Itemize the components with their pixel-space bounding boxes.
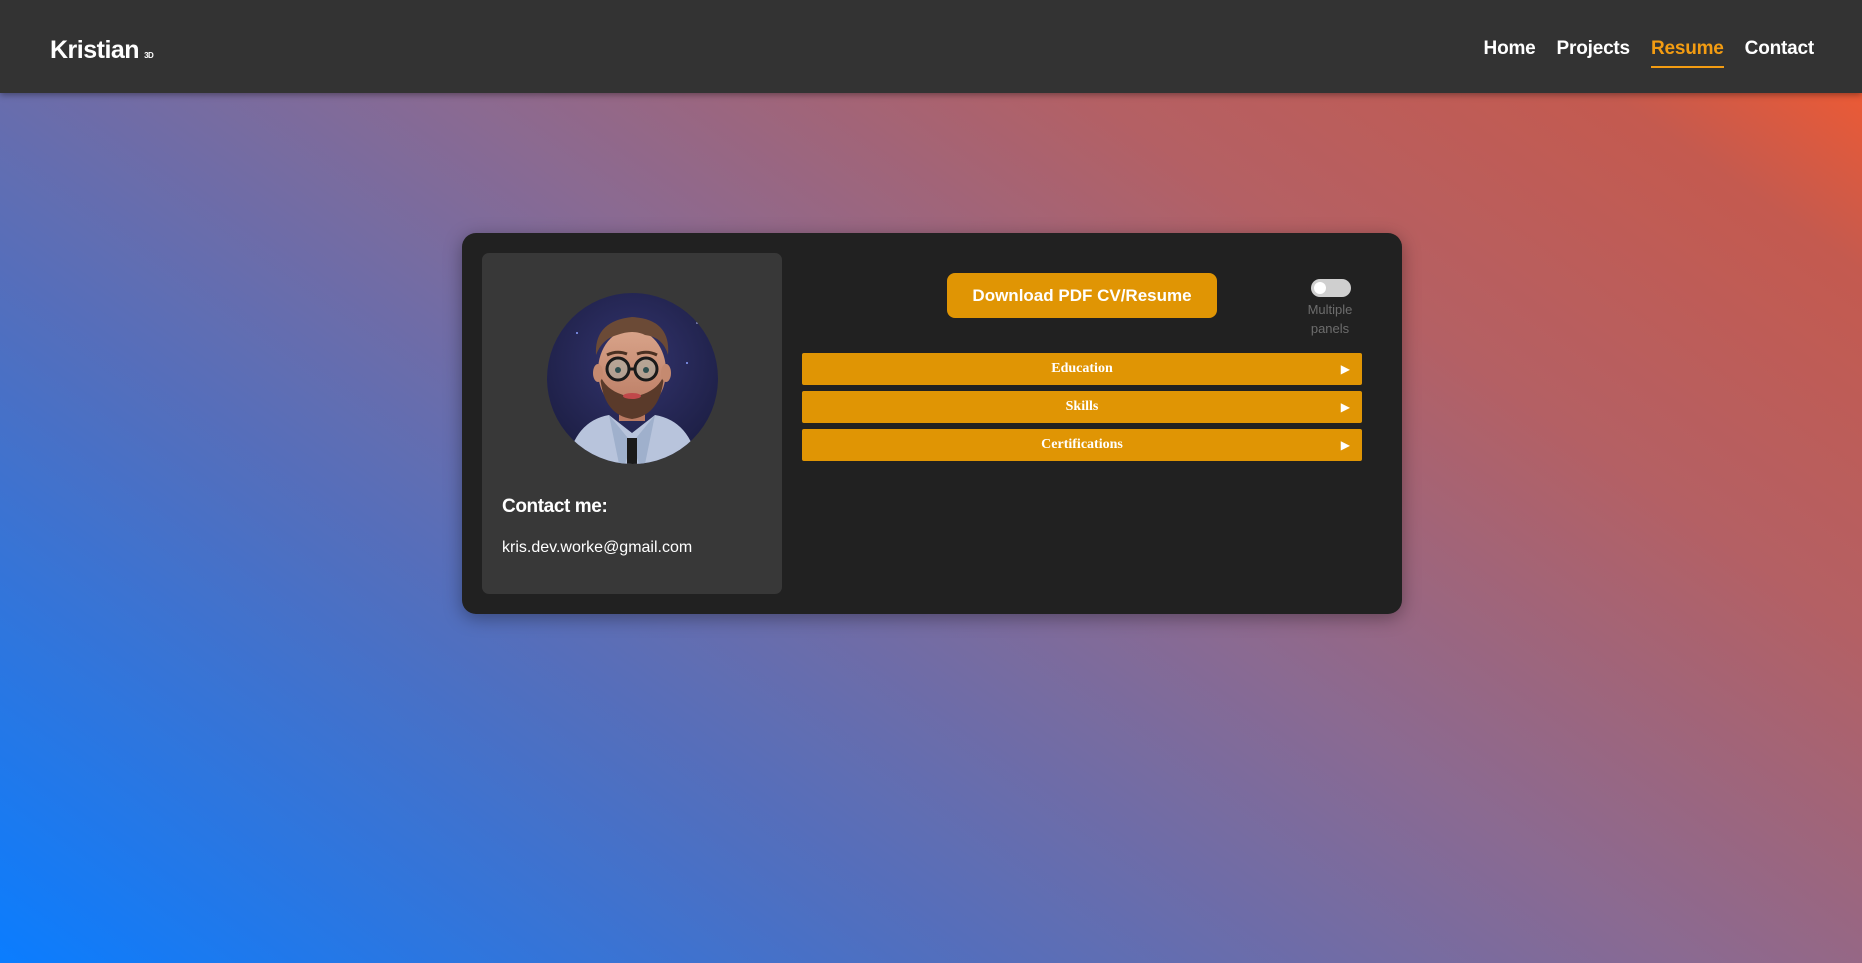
brand-logo[interactable]: Kristian 3D	[50, 36, 154, 65]
expand-arrow-icon: ▶	[1340, 400, 1350, 414]
panel-label: Education	[1051, 361, 1113, 376]
brand-name: Kristian	[50, 36, 140, 64]
accordion-panel-certifications[interactable]: Certifications ▶	[802, 429, 1362, 461]
contact-title: Contact me:	[502, 496, 608, 517]
top-navbar: Kristian 3D Home Projects Resume Contact	[0, 0, 1862, 93]
accordion-panel-skills[interactable]: Skills ▶	[802, 391, 1362, 423]
avatar	[547, 293, 718, 464]
multiple-panels-label: Multiple panels	[1307, 302, 1353, 336]
avatar-illustration	[547, 293, 718, 464]
panel-label: Skills	[1065, 399, 1099, 414]
expand-arrow-icon: ▶	[1340, 362, 1350, 376]
contact-email[interactable]: kris.dev.worke@gmail.com	[502, 539, 692, 557]
panel-label: Certifications	[1041, 437, 1123, 452]
profile-panel: Contact me: kris.dev.worke@gmail.com	[482, 253, 782, 594]
main-nav: Home Projects Resume Contact	[1484, 38, 1814, 68]
download-cv-button[interactable]: Download PDF CV/Resume	[947, 273, 1217, 318]
expand-arrow-icon: ▶	[1340, 438, 1350, 452]
resume-card: Contact me: kris.dev.worke@gmail.com Dow…	[462, 233, 1402, 614]
brand-superscript: 3D	[144, 51, 154, 60]
nav-link-contact[interactable]: Contact	[1745, 38, 1815, 68]
accordion-panel-education[interactable]: Education ▶	[802, 353, 1362, 385]
nav-link-resume[interactable]: Resume	[1650, 38, 1724, 68]
nav-link-home[interactable]: Home	[1484, 38, 1536, 68]
multiple-panels-toggle[interactable]	[1311, 279, 1351, 297]
nav-link-projects[interactable]: Projects	[1557, 38, 1631, 68]
accordion: Education ▶ Skills ▶ Certifications ▶	[802, 353, 1362, 467]
toggle-knob	[1314, 282, 1326, 294]
